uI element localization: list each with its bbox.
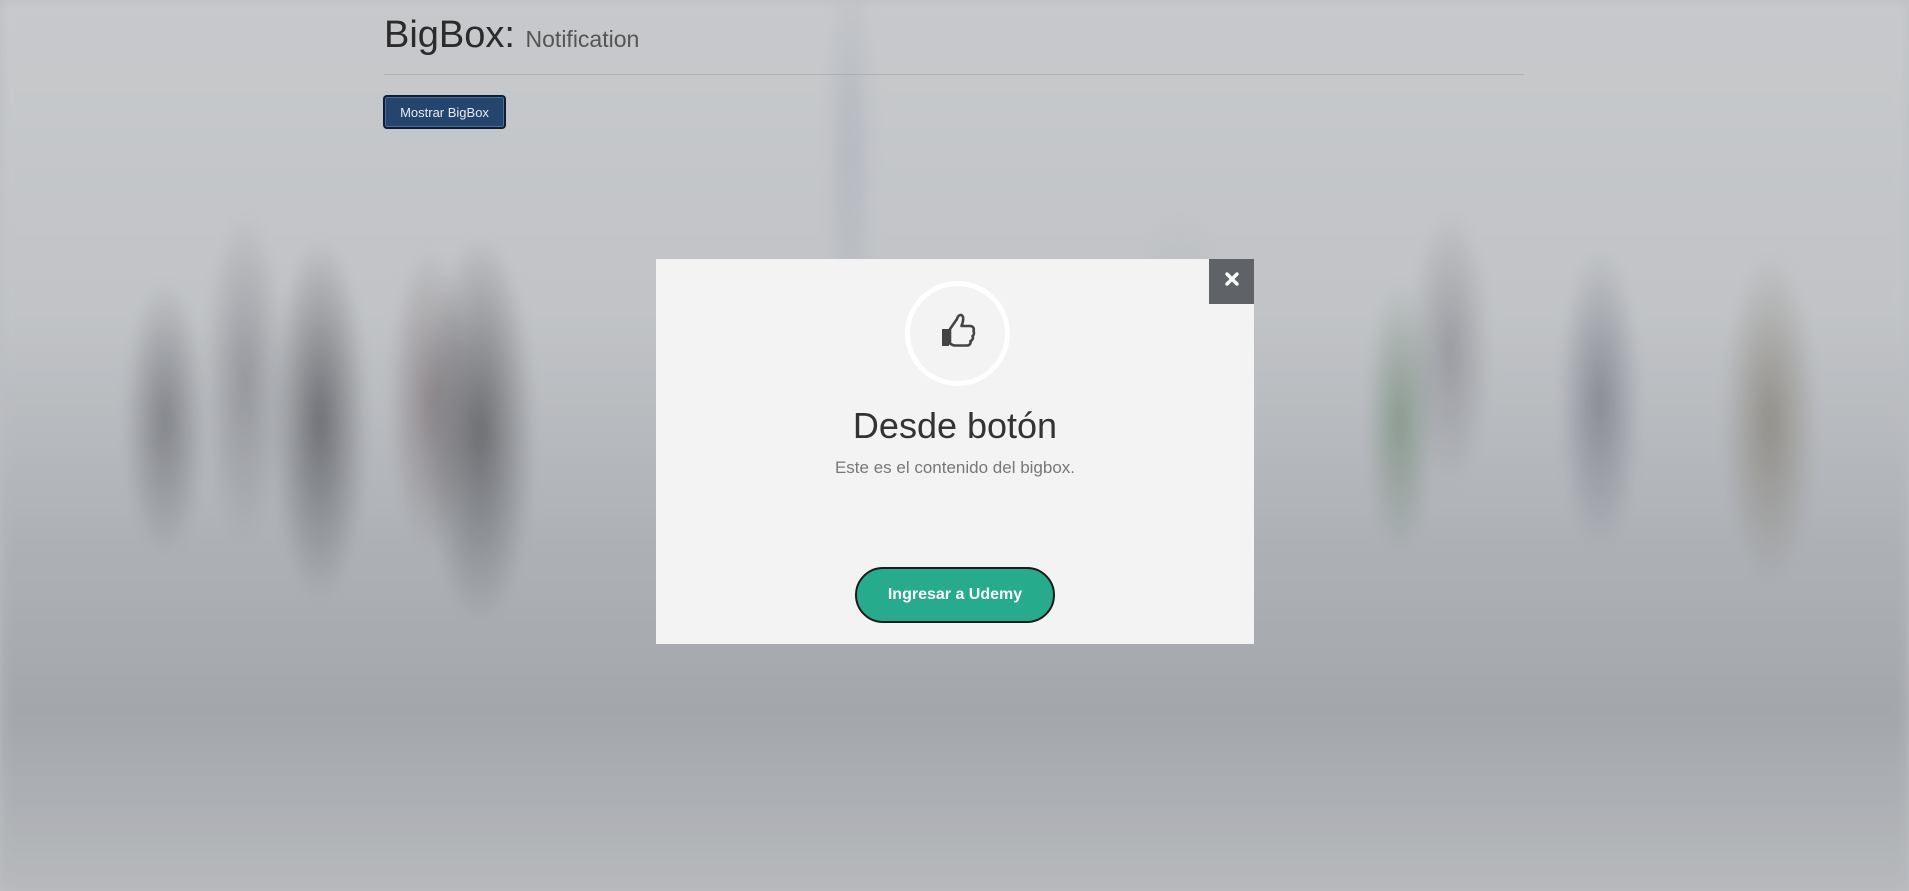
- icon-circle: [905, 281, 1010, 386]
- page-title: BigBox: Notification: [384, 12, 1524, 62]
- header-divider: [384, 74, 1524, 75]
- modal-title: Desde botón: [852, 405, 1058, 446]
- close-button[interactable]: [1209, 259, 1254, 304]
- bigbox-modal: Desde botón Este es el contenido del big…: [656, 259, 1254, 644]
- page-title-text: BigBox:: [384, 14, 515, 56]
- show-bigbox-button[interactable]: Mostrar BigBox: [384, 96, 505, 128]
- close-icon: [1224, 271, 1240, 292]
- thumbs-up-icon: [937, 310, 979, 357]
- modal-content: Este es el contenido del bigbox.: [834, 458, 1076, 477]
- page: BigBox: Notification Mostrar BigBox Desd…: [0, 0, 1909, 891]
- page-subtitle: Notification: [525, 26, 640, 52]
- udemy-button[interactable]: Ingresar a Udemy: [855, 567, 1055, 623]
- page-header: BigBox: Notification: [384, 12, 1524, 62]
